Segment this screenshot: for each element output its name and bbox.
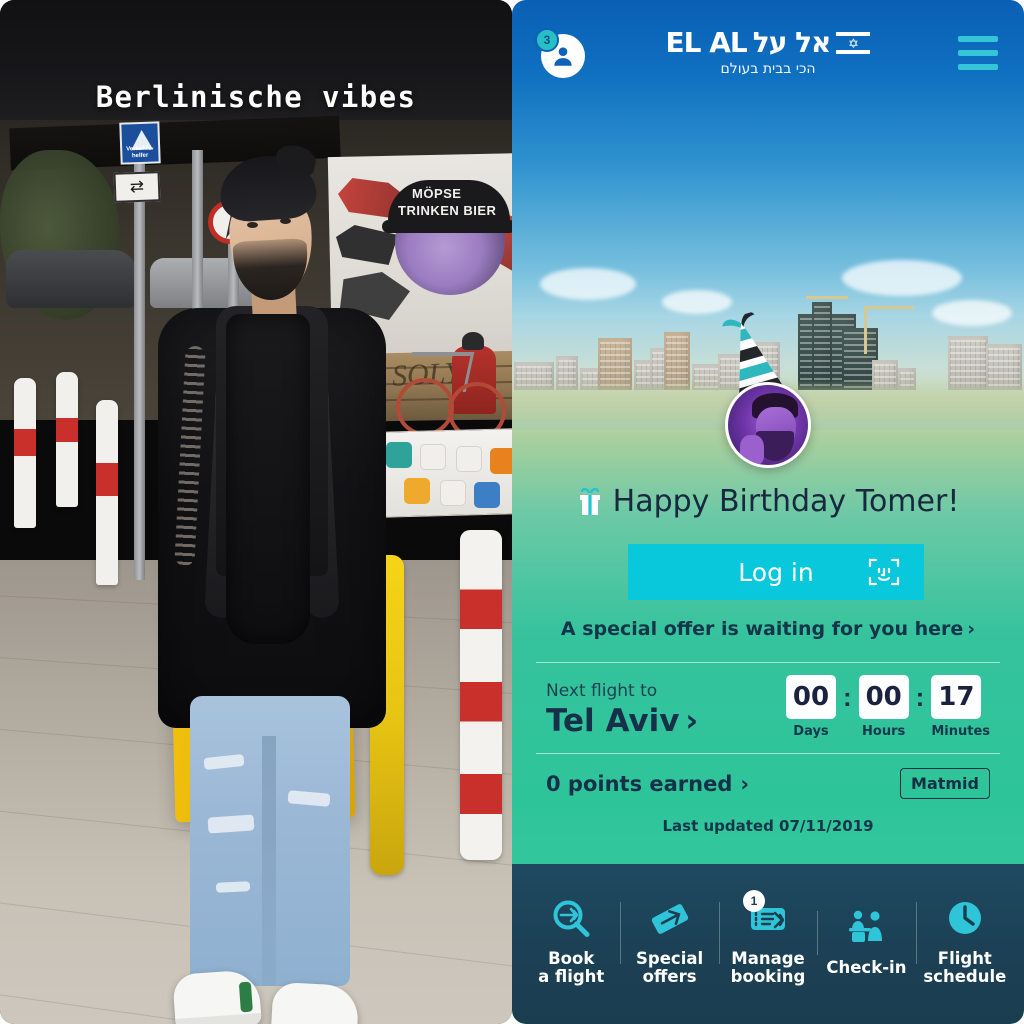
photo-bicycle-wheel-front <box>396 378 454 436</box>
points-earned-text: 0 points earned <box>546 771 733 796</box>
brand-hebrew-text: אל על <box>752 26 832 59</box>
jeans-rip <box>207 814 255 834</box>
barrier-sticker <box>420 444 446 470</box>
photo-striped-bollard <box>460 530 502 860</box>
barrier-sticker <box>404 478 430 504</box>
manage-booking-icon: 1 <box>743 889 789 940</box>
nav-label: Flight schedule <box>923 948 1007 986</box>
special-offer-link[interactable]: A special offer is waiting for you here › <box>512 618 1024 640</box>
berlin-street-photo: MÖPSE TRINKEN BIER SOLY Verkehrs- helfer… <box>0 0 512 1024</box>
man-ripped-jeans <box>190 696 350 986</box>
chevron-right-icon: › <box>740 771 750 796</box>
app-header: 3 EL AL אל על ✡ הכי בבית בעולם <box>512 0 1024 118</box>
nav-label: Book a flight <box>538 948 605 986</box>
man-scarf <box>226 314 310 644</box>
countdown-minutes-value: 17 <box>931 675 982 719</box>
flight-summary-card: Next flight to Tel Aviv › 00 Days : 00 H… <box>536 662 1000 835</box>
points-row: 0 points earned › Matmid <box>536 754 1000 809</box>
construction-crane <box>864 306 914 309</box>
destination-city: Tel Aviv › <box>546 703 698 739</box>
cloud <box>842 260 962 296</box>
nav-item-manage-booking[interactable]: 1 Manage booking <box>718 889 817 987</box>
israel-flag-icon: ✡ <box>836 30 871 56</box>
man-hair <box>217 152 319 224</box>
graffiti-text-line2: TRINKEN BIER <box>398 203 497 218</box>
cloud <box>540 268 636 300</box>
chevron-right-icon: › <box>685 703 699 739</box>
face-id-icon[interactable] <box>868 556 900 588</box>
collage-container: MÖPSE TRINKEN BIER SOLY Verkehrs- helfer… <box>0 0 1024 1024</box>
manage-booking-badge: 1 <box>743 889 766 912</box>
nav-label: Special offers <box>636 948 704 986</box>
barrier-sticker <box>440 480 466 506</box>
countdown-hours: 00 Hours <box>858 675 909 739</box>
brand-logo-group: EL AL אל על ✡ הכי בבית בעולם <box>512 26 1024 77</box>
jeans-rip <box>215 881 251 893</box>
ticket-plane-icon <box>649 898 691 940</box>
left-photo-panel: MÖPSE TRINKEN BIER SOLY Verkehrs- helfer… <box>0 0 512 1024</box>
barrier-sticker <box>456 446 482 472</box>
matmid-badge[interactable]: Matmid <box>900 768 990 799</box>
greeting-text: Happy Birthday Tomer! <box>612 484 960 519</box>
nav-label: Check-in <box>826 957 907 977</box>
next-flight-label: Next flight to <box>546 681 658 701</box>
countdown-separator: : <box>842 682 852 712</box>
elal-app-panel: 3 EL AL אל על ✡ הכי בבית בעולם Happy Bir… <box>512 0 1024 1024</box>
photo-bollard <box>56 372 78 507</box>
photo-bollard <box>14 378 36 528</box>
login-button[interactable]: Log in <box>628 544 924 600</box>
countdown-minutes-label: Minutes <box>931 724 990 739</box>
man-beard <box>232 238 310 302</box>
countdown-days: 00 Days <box>785 675 836 739</box>
photo-caption: Berlinische vibes <box>95 80 417 114</box>
clock-icon <box>944 898 986 940</box>
photo-man-subject <box>112 152 392 1024</box>
photo-sky <box>0 0 512 135</box>
construction-crane <box>806 296 848 299</box>
gift-icon <box>577 487 603 516</box>
user-avatar[interactable] <box>725 382 811 468</box>
search-flight-icon <box>550 898 592 940</box>
hamburger-menu-icon[interactable] <box>958 36 998 70</box>
chevron-right-icon: › <box>967 618 976 640</box>
countdown-minutes: 17 Minutes <box>931 675 990 739</box>
special-offer-text: A special offer is waiting for you here <box>560 618 964 640</box>
countdown-hours-label: Hours <box>862 724 906 739</box>
destination-name: Tel Aviv <box>546 703 680 739</box>
bottom-navigation-bar: Book a flight Special offers 1 Manage bo… <box>512 864 1024 1024</box>
countdown-hours-value: 00 <box>858 675 909 719</box>
man-eye <box>247 222 258 228</box>
flight-countdown: 00 Days : 00 Hours : 17 Minutes <box>785 675 990 739</box>
next-flight-row: Next flight to Tel Aviv › 00 Days : 00 H… <box>536 663 1000 753</box>
countdown-days-label: Days <box>793 724 829 739</box>
next-flight-destination[interactable]: Next flight to Tel Aviv › <box>546 681 698 739</box>
check-in-counter-icon <box>845 907 887 949</box>
brand-tagline: הכי בבית בעולם <box>720 61 816 77</box>
profile-photo-group <box>512 311 1024 473</box>
last-updated-text: Last updated 07/11/2019 <box>662 817 874 835</box>
brand-latin-text: EL AL <box>665 26 748 59</box>
nav-item-flight-schedule[interactable]: Flight schedule <box>915 892 1014 987</box>
points-earned-link[interactable]: 0 points earned › <box>546 772 749 796</box>
countdown-days-value: 00 <box>785 675 836 719</box>
nav-item-special-offers[interactable]: Special offers <box>620 892 718 987</box>
construction-crane-mast <box>864 306 867 354</box>
birthday-greeting: Happy Birthday Tomer! <box>512 484 1024 519</box>
barrier-sticker <box>490 448 512 474</box>
barrier-sticker <box>474 482 500 508</box>
graffiti-text-line1: MÖPSE <box>412 186 462 201</box>
avatar-hand <box>740 435 764 465</box>
nav-item-check-in[interactable]: Check-in <box>817 901 915 977</box>
nav-item-book-a-flight[interactable]: Book a flight <box>522 892 620 987</box>
elal-logo: EL AL אל על ✡ <box>666 26 871 59</box>
countdown-separator: : <box>915 682 925 712</box>
login-button-label: Log in <box>738 557 814 587</box>
nav-label: Manage booking <box>730 948 806 986</box>
